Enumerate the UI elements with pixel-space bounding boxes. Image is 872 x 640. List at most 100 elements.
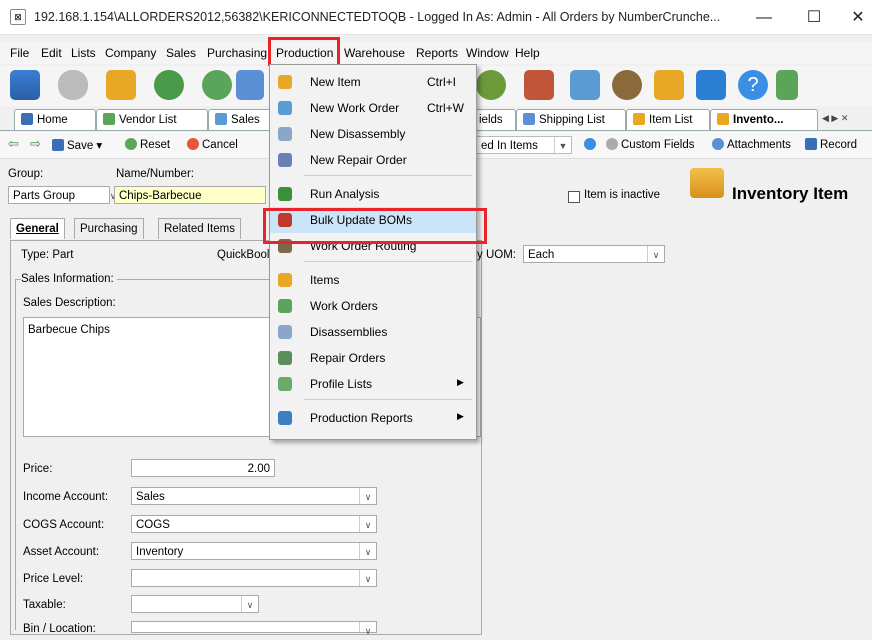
chevron-down-icon: ∨	[359, 570, 376, 586]
builder-icon[interactable]	[654, 70, 684, 100]
menu-file[interactable]: File	[10, 46, 29, 60]
tab-general[interactable]: General	[10, 218, 65, 239]
bulk-update-highlight	[263, 208, 487, 244]
shipping-icon	[523, 113, 535, 125]
tab-home[interactable]: Home	[14, 109, 96, 130]
truck-icon[interactable]	[236, 70, 264, 100]
tab-shipping-list[interactable]: Shipping List	[516, 109, 626, 130]
bin-location-select[interactable]: ∨	[131, 621, 377, 636]
tab-sales[interactable]: Sales	[208, 109, 272, 130]
cancel-icon	[187, 138, 199, 150]
maximize-button[interactable]: ☐	[794, 6, 834, 30]
menu-separator	[304, 399, 472, 400]
tab-vendor-list[interactable]: Vendor List	[96, 109, 208, 130]
exit-icon[interactable]	[776, 70, 798, 100]
home-icon	[21, 113, 33, 125]
tab-inventory[interactable]: Invento...	[710, 109, 818, 130]
menu-item-production-reports[interactable]: Production Reports ▶	[270, 405, 476, 431]
custom-fields-button[interactable]: Custom Fields	[606, 138, 695, 151]
item-box-icon[interactable]	[106, 70, 136, 100]
menu-item-new-repair-order[interactable]: New Repair Order	[270, 147, 476, 173]
menu-help[interactable]: Help	[515, 46, 540, 60]
name-number-value: Chips-Barbecue	[119, 190, 202, 202]
back-arrow-icon[interactable]: ⇦	[8, 136, 19, 152]
forward-arrow-icon[interactable]: ⇨	[30, 136, 41, 152]
tab-purchasing[interactable]: Purchasing	[74, 218, 144, 239]
sales-info-label: Sales Information:	[21, 273, 117, 285]
submenu-arrow-icon: ▶	[457, 377, 464, 387]
chevron-down-icon: ▼	[554, 137, 571, 153]
binoculars-icon[interactable]	[58, 70, 88, 100]
group-value: Parts Group	[13, 190, 75, 202]
close-button[interactable]: ✕	[838, 6, 872, 30]
reset-button[interactable]: Reset	[125, 138, 170, 151]
taxable-select[interactable]: ∨	[131, 595, 259, 613]
menu-item-label: Disassemblies	[310, 325, 388, 339]
menu-item-disassemblies[interactable]: Disassemblies	[270, 319, 476, 345]
customer-icon[interactable]	[154, 70, 184, 100]
price-level-select[interactable]: ∨	[131, 569, 377, 587]
menu-window[interactable]: Window	[466, 46, 509, 60]
work-order-toolbar-icon[interactable]	[570, 70, 600, 100]
worker-icon[interactable]	[612, 70, 642, 100]
price-input[interactable]: 2.00	[131, 459, 275, 477]
profile-lists-icon	[278, 377, 292, 391]
disassemblies-icon	[278, 325, 292, 339]
menu-warehouse[interactable]: Warehouse	[344, 46, 405, 60]
save-icon	[52, 139, 64, 151]
minimize-button[interactable]: —	[744, 6, 784, 30]
reports-icon	[278, 411, 292, 425]
menu-item-label: New Repair Order	[310, 153, 407, 167]
name-number-input[interactable]: Chips-Barbecue	[114, 186, 266, 204]
menu-lists[interactable]: Lists	[71, 46, 96, 60]
cancel-label: Cancel	[202, 139, 238, 151]
vendor-icon[interactable]	[202, 70, 232, 100]
group-select[interactable]: Parts Group ∨	[8, 186, 116, 204]
help-icon[interactable]: ?	[738, 70, 768, 100]
menu-item-shortcut: Ctrl+W	[427, 101, 464, 115]
used-in-items-select[interactable]: ed In Items ▼	[476, 136, 572, 154]
inventory-box-icon	[690, 168, 724, 198]
production-menu: New Item Ctrl+I New Work Order Ctrl+W New Di…	[269, 64, 477, 440]
uom-select[interactable]: Each ∨	[523, 245, 665, 263]
asset-account-value: Inventory	[136, 546, 184, 558]
menu-company[interactable]: Company	[105, 46, 156, 60]
tab-item-list[interactable]: Item List	[626, 109, 710, 130]
chevron-down-icon: ∨	[359, 543, 376, 559]
record-button[interactable]: Record	[805, 138, 857, 151]
menu-reports[interactable]: Reports	[416, 46, 458, 60]
menu-purchasing[interactable]: Purchasing	[207, 46, 267, 60]
edit-icon[interactable]	[696, 70, 726, 100]
menu-item-profile-lists[interactable]: Profile Lists ▶	[270, 371, 476, 397]
uom-value: Each	[528, 249, 555, 261]
database-icon[interactable]	[10, 70, 40, 100]
menu-item-label: New Item	[310, 75, 361, 89]
menu-item-items[interactable]: Items	[270, 267, 476, 293]
menu-item-repair-orders[interactable]: Repair Orders	[270, 345, 476, 371]
factory-icon[interactable]	[524, 70, 554, 100]
menu-item-work-orders[interactable]: Work Orders	[270, 293, 476, 319]
cogs-account-select[interactable]: COGS ∨	[131, 515, 377, 533]
help-circle-icon[interactable]	[584, 138, 599, 151]
inventory-icon	[717, 113, 729, 125]
menu-sales[interactable]: Sales	[166, 46, 196, 60]
menu-item-new-work-order[interactable]: New Work Order Ctrl+W	[270, 95, 476, 121]
cancel-button[interactable]: Cancel	[187, 138, 238, 151]
price-value: 2.00	[247, 463, 270, 475]
asset-account-select[interactable]: Inventory ∨	[131, 542, 377, 560]
attachments-button[interactable]: Attachments	[712, 138, 791, 151]
employee-icon[interactable]	[476, 70, 506, 100]
save-button[interactable]: Save ▾	[52, 138, 102, 152]
item-inactive-checkbox[interactable]	[568, 191, 580, 203]
menu-item-new-disassembly[interactable]: New Disassembly	[270, 121, 476, 147]
chevron-down-icon: ∨	[359, 622, 376, 636]
menu-item-new-item[interactable]: New Item Ctrl+I	[270, 69, 476, 95]
tab-fields[interactable]: ields	[472, 109, 516, 130]
menu-item-run-analysis[interactable]: Run Analysis	[270, 181, 476, 207]
tab-nav-arrows[interactable]: ◀ ▶ ✕	[822, 113, 848, 124]
app-icon: ⊠	[10, 9, 26, 25]
tab-related-items[interactable]: Related Items	[158, 218, 241, 239]
income-account-select[interactable]: Sales ∨	[131, 487, 377, 505]
menu-edit[interactable]: Edit	[41, 46, 62, 60]
menu-separator	[304, 175, 472, 176]
